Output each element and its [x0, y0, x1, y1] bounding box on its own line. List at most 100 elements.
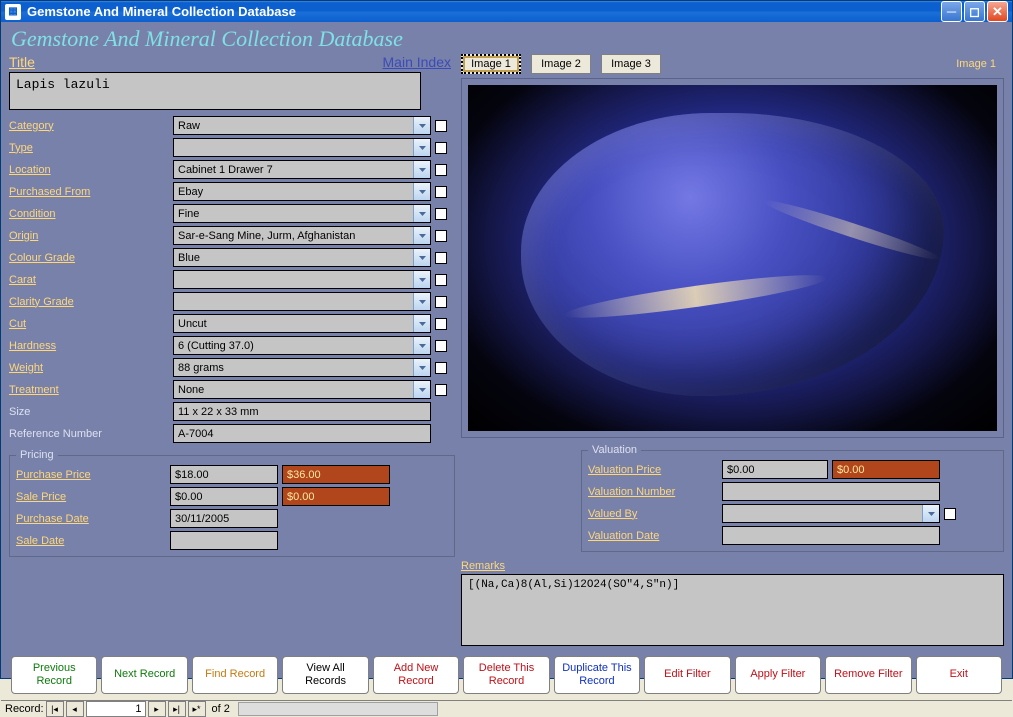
- weight-input[interactable]: [174, 359, 413, 376]
- hardness-combo[interactable]: [173, 336, 431, 355]
- hardness-input[interactable]: [174, 337, 413, 354]
- main-index-link[interactable]: Main Index: [383, 54, 451, 70]
- type-label[interactable]: Type: [9, 142, 169, 154]
- origin-input[interactable]: [174, 227, 413, 244]
- purchase-date-input[interactable]: [170, 509, 278, 528]
- location-label[interactable]: Location: [9, 164, 169, 176]
- valued-by-input[interactable]: [723, 505, 922, 522]
- title-input[interactable]: [9, 72, 421, 110]
- chevron-down-icon[interactable]: [413, 161, 430, 178]
- chevron-down-icon[interactable]: [922, 505, 939, 522]
- sale-date-label[interactable]: Sale Date: [16, 535, 166, 547]
- image-tab-2[interactable]: Image 2: [531, 54, 591, 74]
- previous-record-button[interactable]: Previous Record: [11, 656, 97, 694]
- category-combo[interactable]: [173, 116, 431, 135]
- treatment-label[interactable]: Treatment: [9, 384, 169, 396]
- condition-combo[interactable]: [173, 204, 431, 223]
- chevron-down-icon[interactable]: [413, 117, 430, 134]
- sale-price-input[interactable]: [170, 487, 278, 506]
- chevron-down-icon[interactable]: [413, 359, 430, 376]
- purchased-from-combo[interactable]: [173, 182, 431, 201]
- type-check[interactable]: [435, 142, 447, 154]
- apply-filter-button[interactable]: Apply Filter: [735, 656, 821, 694]
- colour-grade-input[interactable]: [174, 249, 413, 266]
- purchase-date-label[interactable]: Purchase Date: [16, 513, 166, 525]
- find-record-button[interactable]: Find Record: [192, 656, 278, 694]
- chevron-down-icon[interactable]: [413, 139, 430, 156]
- reference-number-input[interactable]: [173, 424, 431, 443]
- valuation-price-input[interactable]: [722, 460, 828, 479]
- category-label[interactable]: Category: [9, 120, 169, 132]
- minimize-button[interactable]: ─: [941, 1, 962, 22]
- cut-label[interactable]: Cut: [9, 318, 169, 330]
- remarks-label[interactable]: Remarks: [461, 560, 1004, 572]
- chevron-down-icon[interactable]: [413, 381, 430, 398]
- title-label[interactable]: Title: [9, 54, 35, 70]
- valued-by-combo[interactable]: [722, 504, 940, 523]
- type-combo[interactable]: [173, 138, 431, 157]
- record-number-input[interactable]: [86, 701, 146, 717]
- origin-check[interactable]: [435, 230, 447, 242]
- sale-price-label[interactable]: Sale Price: [16, 491, 166, 503]
- origin-label[interactable]: Origin: [9, 230, 169, 242]
- location-input[interactable]: [174, 161, 413, 178]
- valuation-number-label[interactable]: Valuation Number: [588, 486, 718, 498]
- size-input[interactable]: [173, 402, 431, 421]
- treatment-combo[interactable]: [173, 380, 431, 399]
- location-check[interactable]: [435, 164, 447, 176]
- purchase-price-input[interactable]: [170, 465, 278, 484]
- exit-button[interactable]: Exit: [916, 656, 1002, 694]
- weight-label[interactable]: Weight: [9, 362, 169, 374]
- condition-check[interactable]: [435, 208, 447, 220]
- cut-input[interactable]: [174, 315, 413, 332]
- last-record-button[interactable]: ▸|: [168, 701, 186, 717]
- purchase-price-label[interactable]: Purchase Price: [16, 469, 166, 481]
- next-record-nav-button[interactable]: ▸: [148, 701, 166, 717]
- weight-combo[interactable]: [173, 358, 431, 377]
- prev-record-button[interactable]: ◂: [66, 701, 84, 717]
- clarity-grade-input[interactable]: [174, 293, 413, 310]
- edit-filter-button[interactable]: Edit Filter: [644, 656, 730, 694]
- purchased-from-check[interactable]: [435, 186, 447, 198]
- clarity-grade-check[interactable]: [435, 296, 447, 308]
- image-tab-1[interactable]: Image 1: [461, 54, 521, 74]
- add-new-record-button[interactable]: Add New Record: [373, 656, 459, 694]
- clarity-grade-combo[interactable]: [173, 292, 431, 311]
- first-record-button[interactable]: |◂: [46, 701, 64, 717]
- maximize-button[interactable]: ◻: [964, 1, 985, 22]
- close-button[interactable]: ✕: [987, 1, 1008, 22]
- valuation-date-input[interactable]: [722, 526, 940, 545]
- condition-input[interactable]: [174, 205, 413, 222]
- new-record-button[interactable]: ▸*: [188, 701, 206, 717]
- hardness-label[interactable]: Hardness: [9, 340, 169, 352]
- carat-input[interactable]: [174, 271, 413, 288]
- valuation-price-label[interactable]: Valuation Price: [588, 464, 718, 476]
- colour-grade-label[interactable]: Colour Grade: [9, 252, 169, 264]
- valued-by-check[interactable]: [944, 508, 956, 520]
- chevron-down-icon[interactable]: [413, 205, 430, 222]
- category-check[interactable]: [435, 120, 447, 132]
- cut-check[interactable]: [435, 318, 447, 330]
- remarks-input[interactable]: [461, 574, 1004, 646]
- carat-label[interactable]: Carat: [9, 274, 169, 286]
- location-combo[interactable]: [173, 160, 431, 179]
- purchased-from-input[interactable]: [174, 183, 413, 200]
- treatment-check[interactable]: [435, 384, 447, 396]
- treatment-input[interactable]: [174, 381, 413, 398]
- valued-by-label[interactable]: Valued By: [588, 508, 718, 520]
- purchased-from-label[interactable]: Purchased From: [9, 186, 169, 198]
- chevron-down-icon[interactable]: [413, 315, 430, 332]
- valuation-number-input[interactable]: [722, 482, 940, 501]
- nav-scrollbar[interactable]: [238, 702, 438, 716]
- colour-grade-combo[interactable]: [173, 248, 431, 267]
- colour-grade-check[interactable]: [435, 252, 447, 264]
- chevron-down-icon[interactable]: [413, 337, 430, 354]
- type-input[interactable]: [174, 139, 413, 156]
- chevron-down-icon[interactable]: [413, 227, 430, 244]
- chevron-down-icon[interactable]: [413, 183, 430, 200]
- view-all-records-button[interactable]: View All Records: [282, 656, 368, 694]
- condition-label[interactable]: Condition: [9, 208, 169, 220]
- chevron-down-icon[interactable]: [413, 249, 430, 266]
- carat-check[interactable]: [435, 274, 447, 286]
- image-tab-3[interactable]: Image 3: [601, 54, 661, 74]
